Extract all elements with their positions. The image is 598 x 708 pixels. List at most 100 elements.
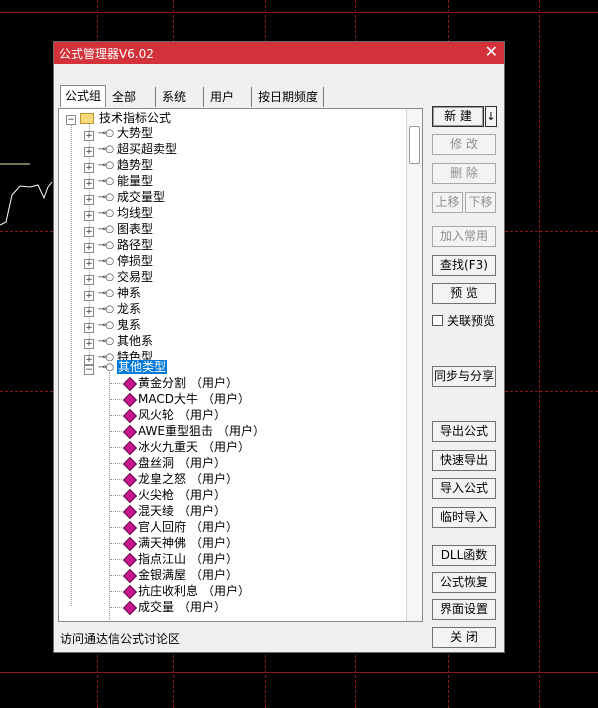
find-button[interactable]: 查找(F3) [432,255,496,276]
tree-group-item[interactable]: 均线型 [117,205,153,221]
temp-import-button[interactable]: 临时导入 [432,507,496,528]
expand-icon[interactable]: + [84,259,94,269]
tree-scrollbar[interactable] [406,109,422,621]
add-common-button[interactable]: 加入常用 [432,226,496,247]
edit-button[interactable]: 修 改 [432,134,496,155]
formula-item[interactable]: 满天神佛 （用户） [138,535,238,551]
formula-gem-icon [122,408,138,424]
formula-item[interactable]: 指点江山 （用户） [138,551,238,567]
tree-group-item[interactable]: 能量型 [117,173,153,189]
tree-group-item[interactable]: 鬼系 [117,317,141,333]
tree-root-label[interactable]: 技术指标公式 [99,110,171,126]
expand-icon[interactable]: + [84,227,94,237]
tab-system[interactable]: 系统 [158,87,204,107]
scrollbar-thumb[interactable] [409,126,420,164]
key-icon: ⊸○ [98,128,114,139]
tree-group-item[interactable]: 成交量型 [117,189,165,205]
chart-gridline [0,672,598,673]
expand-icon[interactable]: + [84,179,94,189]
expand-icon[interactable]: + [84,243,94,253]
import-formula-button[interactable]: 导入公式 [432,478,496,499]
linked-preview-checkbox[interactable] [432,315,443,326]
tree-guide-line [110,399,122,400]
formula-restore-button[interactable]: 公式恢复 [432,572,496,593]
tree-group-expanded[interactable]: 其他类型 [117,359,168,375]
dll-function-button[interactable]: DLL函数 [432,545,496,566]
tree-group-item[interactable]: 趋势型 [117,157,153,173]
tab-all[interactable]: 全部 [108,87,156,107]
formula-item[interactable]: 黄金分割 （用户） [138,375,238,391]
formula-name: 火尖枪 [138,488,175,502]
formula-item[interactable]: 官人回府 （用户） [138,519,238,535]
formula-item[interactable]: 火尖枪 （用户） [138,487,226,503]
formula-item[interactable]: 冰火九重天 （用户） [138,439,250,455]
formula-item[interactable]: AWE重型狙击 （用户） [138,423,265,439]
ui-settings-button[interactable]: 界面设置 [432,599,496,620]
formula-user-tag: （用户） [178,456,227,470]
forum-link[interactable]: 访问通达信公式讨论区 [60,630,180,647]
tree-guide-line [110,607,122,608]
tree-guide-line [109,372,110,621]
tab-formula-group[interactable]: 公式组 [60,85,106,107]
formula-gem-icon [122,456,138,472]
tree-group-item[interactable]: 停损型 [117,253,153,269]
tree-group-item[interactable]: 超买超卖型 [117,141,177,157]
move-up-button[interactable]: 上移 [432,192,463,213]
formula-item[interactable]: 龙皇之怒 （用户） [138,471,238,487]
expand-icon[interactable]: + [84,275,94,285]
new-button[interactable]: 新 建 [432,106,484,127]
expand-icon[interactable]: + [84,339,94,349]
expand-icon[interactable]: + [84,195,94,205]
new-dropdown-arrow-icon[interactable]: ↓ [485,106,497,127]
expand-icon[interactable]: + [84,163,94,173]
tab-user[interactable]: 用户 [206,87,252,107]
formula-name: 盘丝洞 [138,456,175,470]
tree-group-item[interactable]: 交易型 [117,269,153,285]
formula-item[interactable]: 风火轮 （用户） [138,407,226,423]
formula-gem-icon [122,568,138,584]
tree-group-item[interactable]: 大势型 [117,125,153,141]
close-icon[interactable]: ✕ [485,42,498,62]
collapse-icon[interactable]: − [84,365,94,375]
tab-by-date-frequency[interactable]: 按日期频度 [254,87,324,107]
formula-gem-icon [122,424,138,440]
close-button[interactable]: 关 闭 [432,627,496,648]
tree-group-item[interactable]: 图表型 [117,221,153,237]
key-icon: ⊸○ [98,362,114,373]
tree-group-item[interactable]: 其他系 [117,333,153,349]
preview-button[interactable]: 预 览 [432,283,496,304]
tree-group-item[interactable]: 路径型 [117,237,153,253]
formula-gem-icon [122,520,138,536]
expand-icon[interactable]: + [84,147,94,157]
chart-gridline [539,0,540,708]
expand-icon[interactable]: + [84,323,94,333]
expand-icon[interactable]: + [84,307,94,317]
formula-item[interactable]: 抗庄收利息 （用户） [138,583,250,599]
quick-export-button[interactable]: 快速导出 [432,450,496,471]
formula-item[interactable]: 盘丝洞 （用户） [138,455,226,471]
expand-icon[interactable]: + [84,355,94,365]
formula-item[interactable]: MACD大牛 （用户） [138,391,250,407]
tree-guide-line [110,559,122,560]
formula-tree[interactable]: − 技术指标公式 + ⊸○ 大势型 + ⊸○ 超买超卖型 + ⊸○ 趋势型 + ⊸○ 能量型 + ⊸○ 成交… [58,108,423,622]
delete-button[interactable]: 删 除 [432,163,496,184]
export-formula-button[interactable]: 导出公式 [432,421,496,442]
move-down-button[interactable]: 下移 [465,192,496,213]
title-bar[interactable]: 公式管理器V6.02 ✕ [54,42,504,64]
expand-icon[interactable]: + [84,131,94,141]
formula-name: 龙皇之怒 [138,472,187,486]
formula-user-tag: （用户） [190,376,239,390]
formula-item[interactable]: 成交量 （用户） [138,599,226,615]
tree-group-item[interactable]: 神系 [117,285,141,301]
expand-icon[interactable]: + [84,211,94,221]
formula-item[interactable]: 金银满屋 （用户） [138,567,238,583]
key-icon: ⊸○ [98,336,114,347]
price-line-chart [0,163,53,226]
expand-icon[interactable]: + [84,291,94,301]
selected-group-label: 其他类型 [117,360,168,374]
formula-item[interactable]: 混天绫 （用户） [138,503,226,519]
key-icon: ⊸○ [98,160,114,171]
tree-group-item[interactable]: 龙系 [117,301,141,317]
sync-share-button[interactable]: 同步与分享 [432,366,496,387]
formula-user-tag: （用户） [178,408,227,422]
